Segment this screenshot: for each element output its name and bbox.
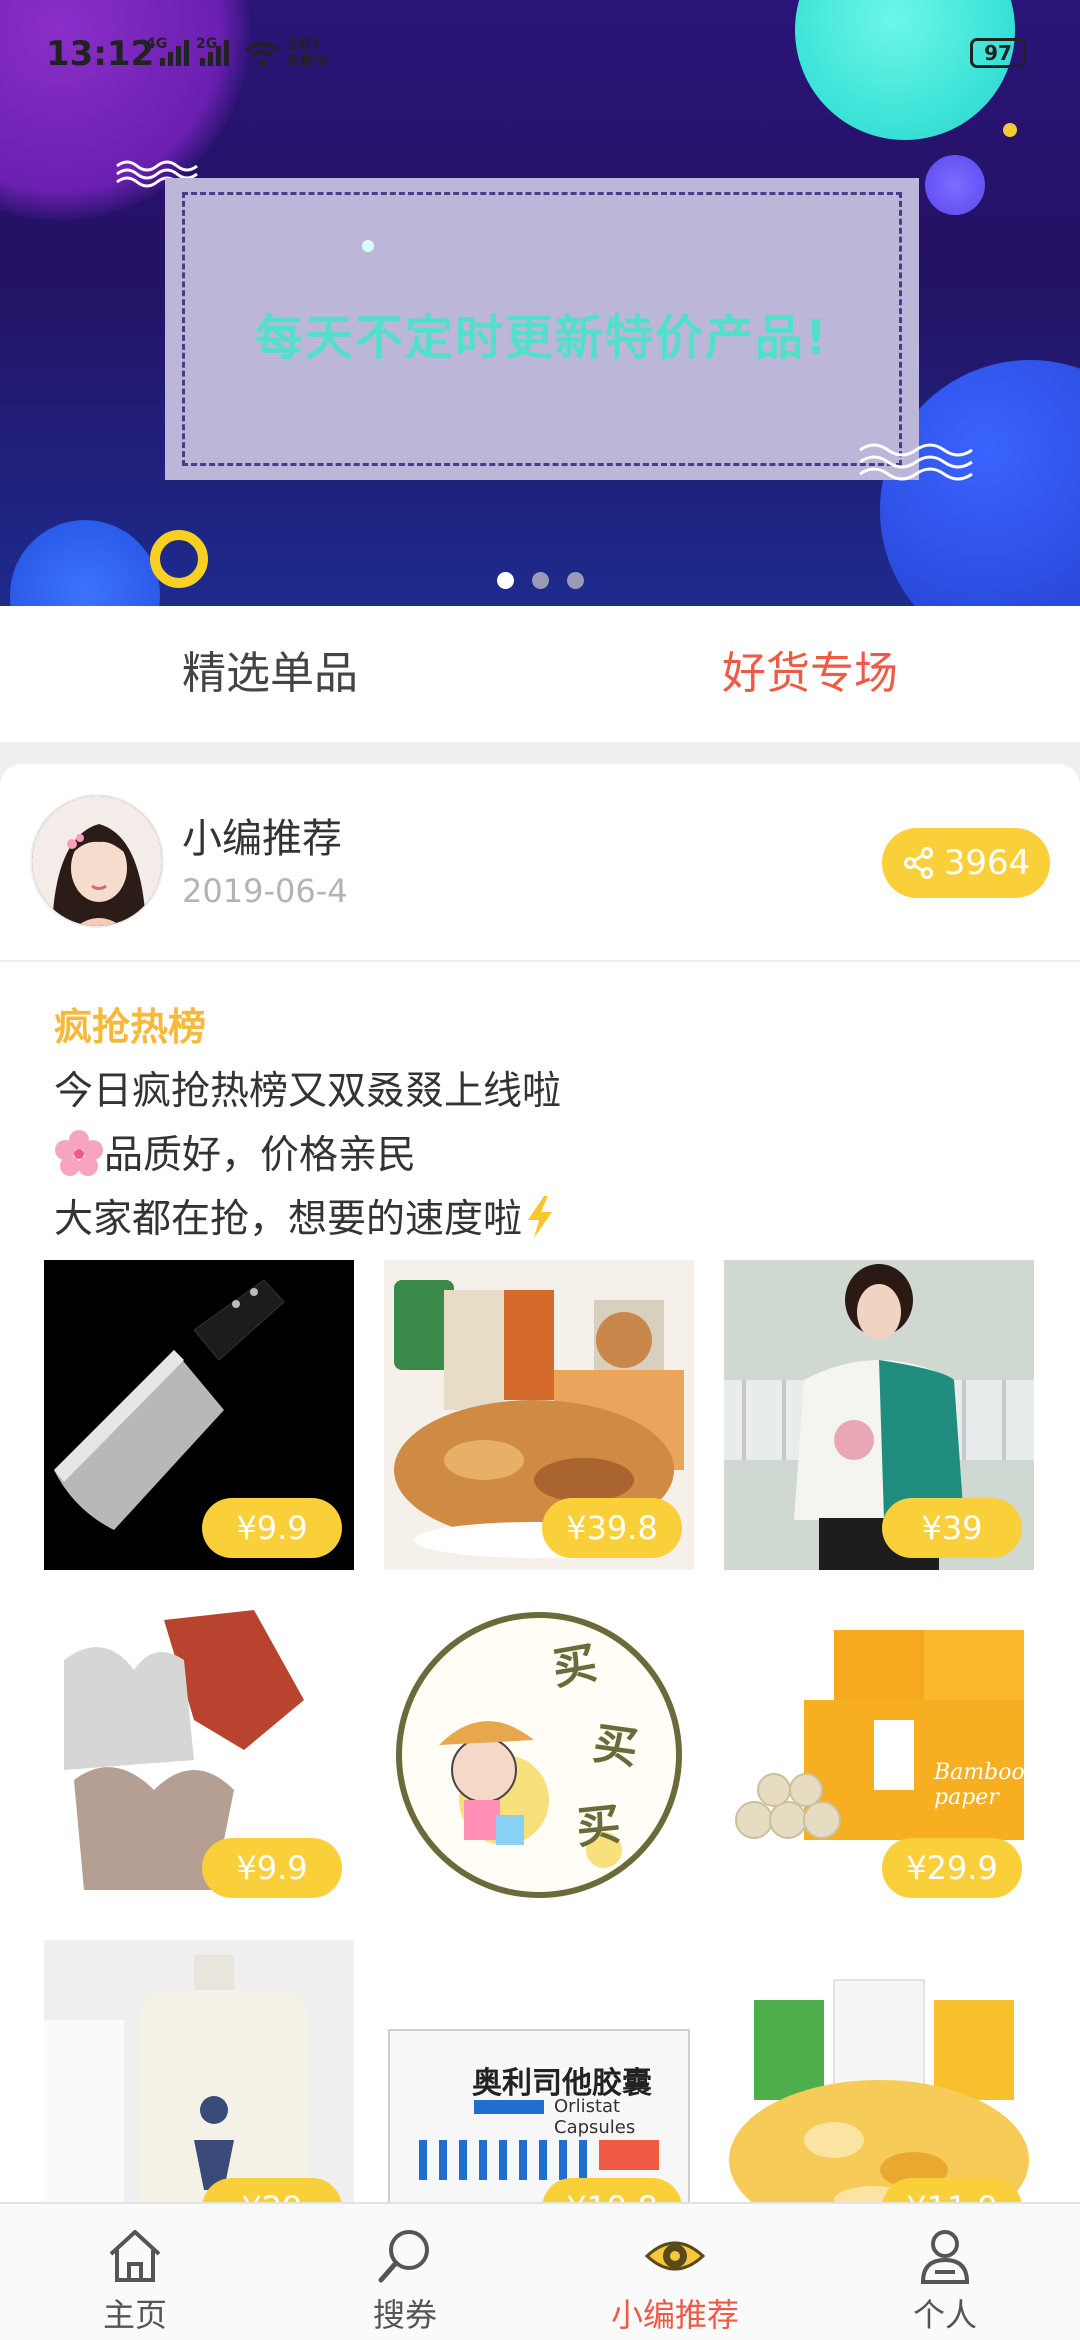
wifi-icon <box>244 42 280 67</box>
price-badge: ¥39.8 <box>542 1498 682 1558</box>
nav-search-label: 搜券 <box>372 2296 437 2334</box>
product-nuts-snack-pack[interactable]: ¥39.8 <box>384 1260 694 1570</box>
price-badge: ¥39 <box>882 1498 1022 1558</box>
post-text-line-3-text: 大家都在抢，想要的速度啦 <box>54 1197 523 1242</box>
net-speed-unit: KB/s <box>288 50 328 69</box>
post-text-line-3: 大家都在抢，想要的速度啦 <box>54 1188 558 1244</box>
post-text-line-2: 品质好，价格亲民 <box>54 1124 416 1180</box>
logo-char-3: 买 <box>573 1798 624 1855</box>
banner-wave-icon-2 <box>859 443 973 481</box>
avatar[interactable] <box>30 794 164 928</box>
app-root: 每天不定时更新特价产品! 13:12 4G 2G 267 KB/s 97 精选单… <box>0 0 1080 2340</box>
product-buy-buy-buy-logo[interactable]: 买 买 买 <box>384 1600 694 1910</box>
net-speed: 267 KB/s <box>288 36 328 68</box>
product-womens-blouse[interactable]: ¥39 <box>724 1260 1034 1570</box>
banner-headline: 每天不定时更新特价产品! <box>255 310 829 366</box>
home-icon <box>109 2230 161 2282</box>
nav-search-coupons[interactable]: 搜券 <box>270 2204 540 2340</box>
pager-dot-2[interactable] <box>531 572 549 589</box>
share-icon <box>903 847 933 879</box>
banner-card: 每天不定时更新特价产品! <box>165 178 919 480</box>
price-badge: ¥9.9 <box>202 1498 342 1558</box>
person-icon <box>920 2230 970 2284</box>
price-badge: ¥29.9 <box>882 1838 1022 1898</box>
product-bamboo-tissue[interactable]: Bamboo paper ¥29.9 <box>724 1600 1034 1910</box>
tab-good-deals[interactable]: 好货专场 <box>540 606 1080 742</box>
price-badge: ¥9.9 <box>202 1838 342 1898</box>
tissue-brand-label: Bamboo paper <box>934 1760 1025 1810</box>
battery-level: 97 <box>984 41 1012 65</box>
nav-editor-picks[interactable]: 小编推荐 <box>540 2204 810 2340</box>
post-text-line-1: 今日疯抢热榜又双叒叕上线啦 <box>54 1069 562 1114</box>
post-date: 2019-06-4 <box>182 872 348 910</box>
buy-logo-image <box>384 1600 694 1910</box>
banner-pager <box>0 572 1080 589</box>
banner-dot <box>362 240 374 252</box>
nav-editor-picks-label: 小编推荐 <box>610 2296 739 2334</box>
author-name: 小编推荐 <box>182 816 342 862</box>
banner-bubble-violet <box>925 155 985 215</box>
share-count: 3964 <box>943 843 1031 883</box>
pager-dot-1[interactable] <box>496 572 514 589</box>
lightning-icon <box>528 1196 553 1238</box>
bottom-nav: 主页 搜券 小编推荐 个人 <box>0 2202 1080 2340</box>
status-bar: 13:12 4G 2G 267 KB/s 97 <box>0 0 1080 110</box>
nav-profile-label: 个人 <box>912 2296 977 2334</box>
logo-char-2: 买 <box>590 1718 641 1775</box>
recommend-post: 小编推荐 2019-06-4 3964 疯抢热榜 今日疯抢热榜又双叒叕上线啦 品 <box>0 764 1080 2250</box>
tab-featured-items[interactable]: 精选单品 <box>0 606 540 742</box>
signal-icon-2 <box>200 40 229 66</box>
post-tag: 疯抢热榜 <box>54 1005 207 1049</box>
nav-home[interactable]: 主页 <box>0 2204 270 2340</box>
cherry-blossom-icon <box>55 1130 103 1176</box>
status-time: 13:12 <box>46 34 155 74</box>
medicine-english: Orlistat Capsules <box>554 2096 636 2138</box>
battery-icon: 97 <box>970 38 1026 68</box>
share-button[interactable]: 3964 <box>882 828 1050 898</box>
pager-dot-3[interactable] <box>566 572 584 589</box>
product-bra-set[interactable]: ¥9.9 <box>44 1600 354 1910</box>
banner-bubble-blue-small <box>10 520 160 606</box>
eye-icon <box>644 2241 706 2271</box>
nav-profile[interactable]: 个人 <box>810 2204 1080 2340</box>
post-divider <box>0 960 1080 962</box>
nav-home-label: 主页 <box>102 2296 167 2334</box>
signal-icon-1 <box>160 40 189 66</box>
search-icon <box>378 2230 429 2283</box>
avatar-portrait <box>32 796 162 926</box>
tab-bar: 精选单品 好货专场 <box>0 606 1080 742</box>
banner-bubble-yellow <box>1003 123 1017 137</box>
product-cleaver-knife[interactable]: ¥9.9 <box>44 1260 354 1570</box>
post-text-line-2-text: 品质好，价格亲民 <box>104 1133 417 1178</box>
